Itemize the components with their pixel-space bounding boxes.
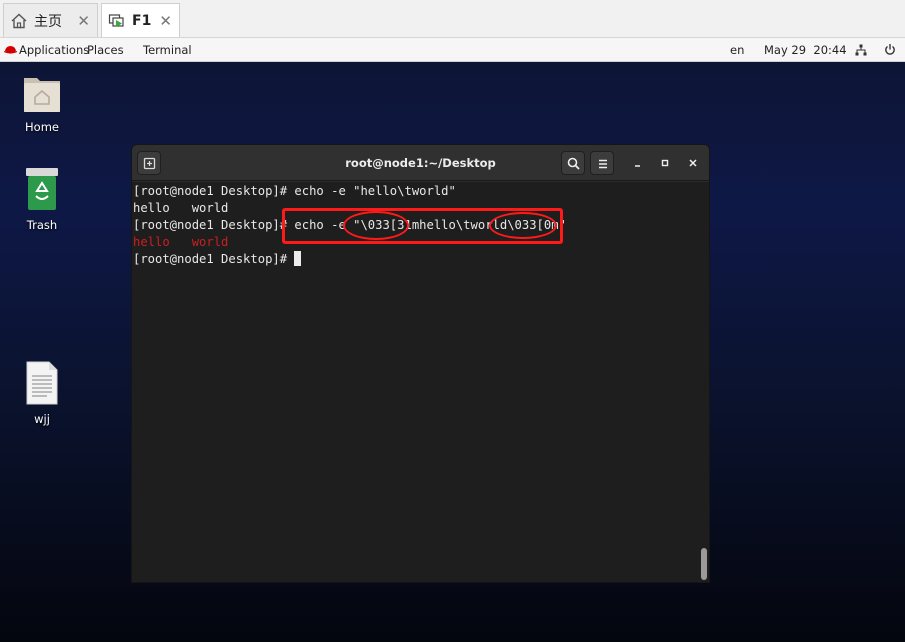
desktop-icon-label: Trash (26, 218, 58, 232)
desktop-icon-label: wjj (34, 412, 50, 426)
maximize-icon (661, 159, 669, 167)
network-icon[interactable] (855, 44, 867, 59)
language-indicator[interactable]: en (730, 43, 744, 57)
tab-home[interactable]: 主页 ✕ (3, 3, 98, 37)
terminal-title: root@node1:~/Desktop (345, 156, 496, 170)
hamburger-menu-icon (599, 159, 607, 169)
close-button[interactable] (685, 155, 701, 171)
search-button[interactable] (561, 151, 585, 175)
tab-f1[interactable]: F1 ✕ (101, 3, 180, 37)
home-icon (10, 12, 28, 30)
terminal-line: hello world (133, 201, 229, 215)
annotation-ellipse-033-0m (489, 212, 557, 239)
applications-menu[interactable]: Applications (19, 43, 89, 57)
clock[interactable]: May 29 20:44 (764, 43, 847, 57)
vm-tab-strip: 主页 ✕ F1 ✕ (0, 0, 905, 38)
search-icon (567, 157, 580, 170)
annotation-ellipse-033-31m (343, 211, 409, 240)
minimize-button[interactable] (630, 155, 646, 171)
trash-icon (24, 168, 60, 215)
desktop-icon-label: Home (25, 120, 59, 134)
redhat-logo-icon (3, 44, 18, 55)
gnome-top-bar: Applications Places Terminal en May 29 2… (0, 38, 905, 62)
tab-f1-label: F1 (132, 12, 152, 29)
home-folder-icon (22, 78, 62, 117)
terminal-app-menu[interactable]: Terminal (143, 43, 192, 57)
minimize-icon (635, 165, 640, 167)
terminal-prompt-line: [root@node1 Desktop]# (133, 251, 302, 268)
terminal-headerbar[interactable]: root@node1:~/Desktop (132, 145, 709, 181)
desktop-icon-home[interactable]: Home (7, 72, 77, 134)
menu-button[interactable] (590, 151, 614, 175)
terminal-prompt: [root@node1 Desktop]# (133, 252, 295, 266)
places-menu[interactable]: Places (87, 43, 124, 57)
maximize-button[interactable] (657, 155, 673, 171)
terminal-line-red-output: hello world (133, 235, 229, 249)
close-icon[interactable]: ✕ (159, 12, 172, 30)
power-icon[interactable] (884, 43, 896, 59)
tab-home-label: 主页 (34, 13, 62, 30)
terminal-line: [root@node1 Desktop]# echo -e "hello\two… (133, 184, 456, 198)
text-cursor (294, 251, 302, 266)
vm-play-icon (108, 12, 126, 30)
desktop-icon-wjj[interactable]: wjj (7, 360, 77, 426)
desktop-icon-trash[interactable]: Trash (7, 166, 77, 232)
close-icon (689, 159, 697, 167)
scrollbar[interactable] (701, 548, 707, 580)
close-icon[interactable]: ✕ (77, 12, 90, 30)
text-file-icon (25, 361, 59, 409)
